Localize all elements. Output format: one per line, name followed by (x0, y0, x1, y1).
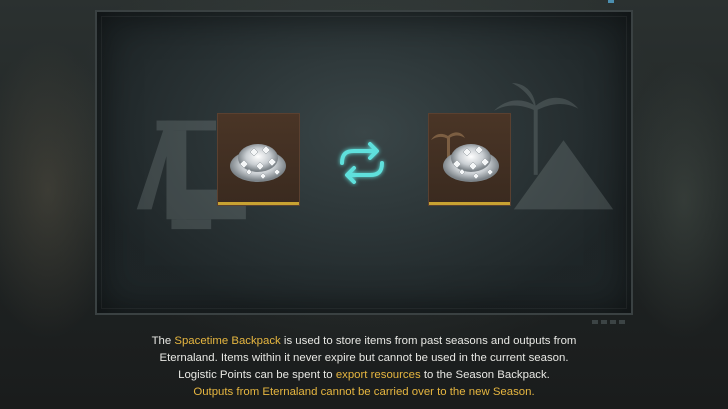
item-rarity-bar (218, 202, 299, 205)
description-text-segment: Eternaland. Items within it never expire… (159, 352, 569, 364)
item-rarity-bar (429, 202, 510, 205)
description-text-segment: The (151, 335, 175, 347)
corner-indicator (608, 0, 614, 3)
source-item-slot[interactable] (217, 113, 300, 206)
description-text-segment: Logistic Points can be spent to (178, 369, 336, 381)
description-text-segment: is used to store items from past seasons… (280, 335, 577, 347)
swap-arrows-icon (340, 142, 384, 184)
indicator-mark (592, 320, 598, 324)
indicator-mark (610, 320, 616, 324)
crystal-pile-icon (431, 132, 499, 182)
target-item-slot[interactable] (428, 113, 511, 206)
description-line-1: The Spacetime Backpack is used to store … (0, 333, 728, 350)
season-warning-highlight: Outputs from Eternaland cannot be carrie… (193, 386, 535, 398)
description-text: The Spacetime Backpack is used to store … (0, 333, 728, 401)
crystal-pile-icon (230, 144, 286, 182)
export-resources-highlight: export resources (335, 369, 421, 381)
game-screen: The Spacetime Backpack is used to store … (0, 0, 728, 409)
panel-footer-indicators (592, 320, 625, 324)
description-line-4: Outputs from Eternaland cannot be carrie… (0, 384, 728, 401)
indicator-mark (619, 320, 625, 324)
indicator-mark (601, 320, 607, 324)
background-blur-right (618, 60, 728, 340)
spacetime-backpack-highlight: Spacetime Backpack (174, 335, 281, 347)
description-text-segment: to the Season Backpack. (420, 369, 550, 381)
description-line-3: Logistic Points can be spent to export r… (0, 367, 728, 384)
description-line-2: Eternaland. Items within it never expire… (0, 350, 728, 367)
